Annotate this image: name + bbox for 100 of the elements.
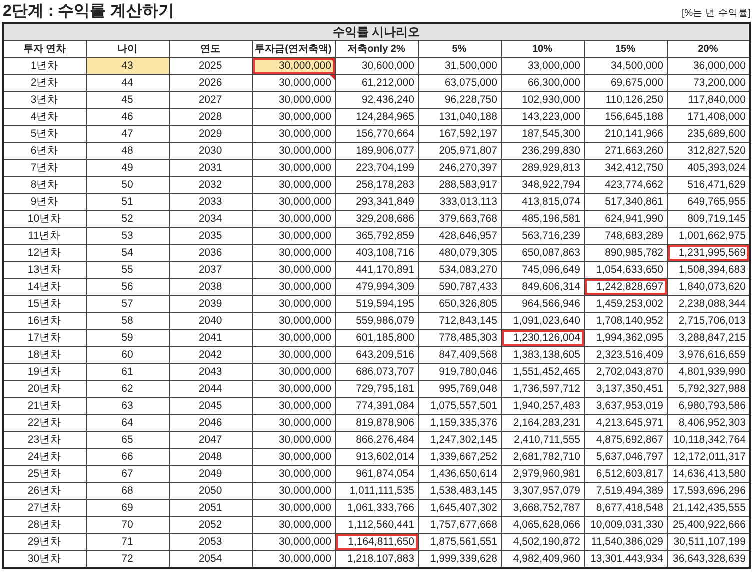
table-cell: 30,000,000 [252,262,335,278]
table-cell: 17년차 [3,330,86,346]
table-cell: 1,538,483,145 [418,482,501,500]
table-cell: 9년차 [3,194,86,210]
table-cell: 2047 [169,432,252,448]
table-cell: 1,230,126,004 [501,330,584,346]
table-cell: 1,075,557,501 [418,398,501,414]
table-cell: 30,000,000 [252,58,335,74]
table-cell: 4,065,628,066 [501,516,584,534]
table-cell: 3,307,957,079 [501,482,584,500]
table-cell: 1,940,257,483 [501,398,584,414]
table-cell: 1,164,811,650 [335,534,418,550]
table-cell: 11,540,386,029 [584,534,667,550]
table-cell: 30,000,000 [252,432,335,448]
table-cell: 20년차 [3,380,86,398]
table-cell: 348,922,794 [501,176,584,194]
table-cell: 379,663,768 [418,210,501,228]
table-cell: 8년차 [3,176,86,194]
table-cell: 124,284,965 [335,108,418,126]
table-cell: 210,141,966 [584,126,667,142]
table-cell: 156,770,664 [335,126,418,142]
table-cell: 590,787,433 [418,278,501,296]
comment-indicator-icon [330,75,334,80]
table-cell: 2036 [169,244,252,262]
table-cell: 4,875,692,867 [584,432,667,448]
table-cell: 57 [86,296,169,312]
table-cell: 774,391,084 [335,398,418,414]
table-cell: 70 [86,516,169,534]
table-cell: 13년차 [3,262,86,278]
table-cell: 30,000,000 [252,448,335,466]
sheet-title: 2단계 : 수익률 계산하기 [3,2,175,22]
table-cell: 2032 [169,176,252,194]
column-header: 연도 [169,40,252,58]
table-cell: 30,000,000 [252,482,335,500]
table-cell: 61,212,000 [335,74,418,92]
table-cell: 480,079,305 [418,244,501,262]
table-cell: 441,170,891 [335,262,418,278]
table-cell: 205,971,807 [418,142,501,160]
table-cell: 30,000,000 [252,160,335,176]
table-cell: 4,502,190,872 [501,534,584,550]
table-cell: 51 [86,194,169,210]
table-cell: 30,000,000 [252,296,335,312]
table-cell: 2034 [169,210,252,228]
table-cell: 3년차 [3,92,86,108]
table-cell: 63,075,000 [418,74,501,92]
table-cell: 5,637,046,797 [584,448,667,466]
table-cell: 2037 [169,262,252,278]
table-cell: 53 [86,228,169,244]
table-cell: 712,843,145 [418,312,501,330]
table-cell: 517,340,861 [584,194,667,210]
table-cell: 2053 [169,534,252,550]
table-cell: 23년차 [3,432,86,448]
table-cell: 68 [86,482,169,500]
rate-note: [%는 년 수익률] [682,7,751,21]
table-cell: 1,054,633,650 [584,262,667,278]
table-cell: 50 [86,176,169,194]
table-cell: 45 [86,92,169,108]
table-cell: 10,009,031,330 [584,516,667,534]
table-cell: 3,137,350,451 [584,380,667,398]
table-cell: 189,906,077 [335,142,418,160]
table-cell: 26년차 [3,482,86,500]
table-cell: 1,159,335,376 [418,414,501,432]
table-cell: 66 [86,448,169,466]
table-cell: 187,545,300 [501,126,584,142]
table-cell: 30,000,000 [252,414,335,432]
table-cell: 2051 [169,500,252,516]
table-cell: 1,645,407,302 [418,500,501,516]
table-cell: 258,178,283 [335,176,418,194]
table-cell: 69 [86,500,169,516]
table-cell: 2028 [169,108,252,126]
table-cell: 8,677,418,548 [584,500,667,516]
table-cell: 43 [86,58,169,74]
table-cell: 342,412,750 [584,160,667,176]
table-cell: 143,223,000 [501,108,584,126]
table-cell: 44 [86,74,169,92]
table-cell: 30,000,000 [252,534,335,550]
table-cell: 2029 [169,126,252,142]
table-cell: 61 [86,364,169,380]
column-header: 10% [501,40,584,58]
table-cell: 563,716,239 [501,228,584,244]
table-cell: 3,637,953,019 [584,398,667,414]
table-cell: 819,878,906 [335,414,418,432]
table-cell: 29년차 [3,534,86,550]
table-cell: 559,986,079 [335,312,418,330]
table-cell: 60 [86,346,169,364]
table-cell: 2년차 [3,74,86,92]
table-cell: 7년차 [3,160,86,176]
table-cell: 1,436,650,614 [418,466,501,482]
table-cell: 1,875,561,551 [418,534,501,550]
table-cell: 849,606,314 [501,278,584,296]
table-cell: 30,000,000 [252,92,335,108]
table-cell: 964,566,946 [501,296,584,312]
table-cell: 48 [86,142,169,160]
table-cell: 4,213,645,971 [584,414,667,432]
table-cell: 6년차 [3,142,86,160]
column-header: 15% [584,40,667,58]
table-cell: 30,000,000 [252,176,335,194]
table-cell: 2031 [169,160,252,176]
table-cell: 2052 [169,516,252,534]
table-cell: 1,242,828,697 [584,278,667,296]
